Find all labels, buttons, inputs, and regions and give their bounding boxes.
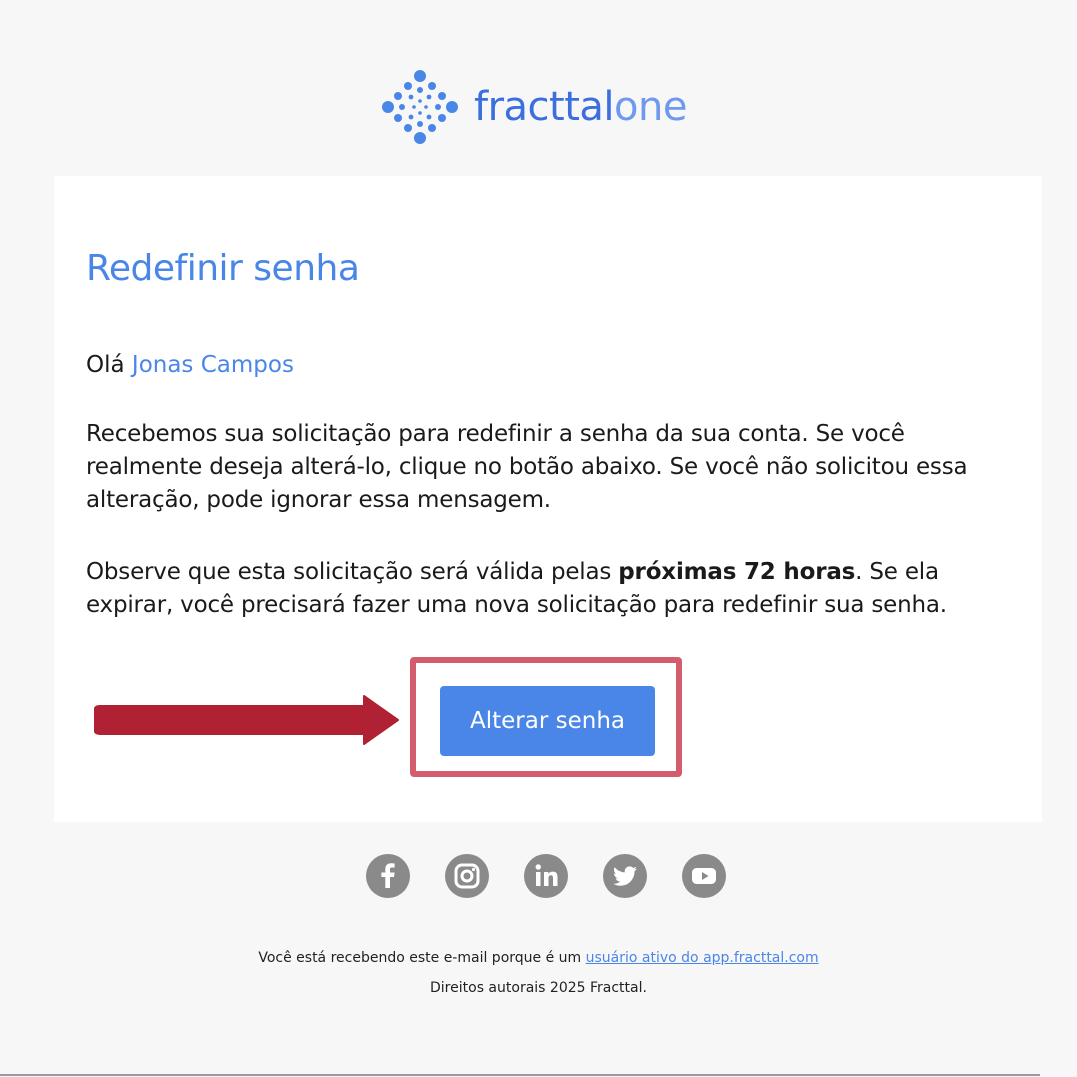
social-links	[366, 854, 736, 900]
bottom-divider	[0, 1074, 1040, 1076]
validity-text-before: Observe que esta solicitação será válida…	[86, 559, 612, 585]
validity-duration: próximas 72 horas	[618, 559, 856, 585]
linkedin-icon[interactable]	[524, 854, 568, 898]
instagram-icon[interactable]	[445, 854, 489, 898]
twitter-icon[interactable]	[603, 854, 647, 898]
footer-copyright: Direitos autorais 2025 Fracttal.	[430, 980, 647, 996]
footer-notice-text: Você está recebendo este e-mail porque é…	[258, 950, 582, 966]
email-title: Redefinir senha	[86, 248, 360, 289]
youtube-icon[interactable]	[682, 854, 726, 898]
user-name: Jonas Campos	[131, 352, 294, 378]
logo-wordmark-part1: fracttal	[474, 84, 615, 130]
greeting-prefix: Olá	[86, 352, 125, 378]
validity-paragraph: Observe que esta solicitação será válida…	[86, 556, 1016, 622]
facebook-glyph	[381, 863, 395, 888]
instagram-glyph	[454, 863, 480, 889]
request-paragraph: Recebemos sua solicitação para redefinir…	[86, 421, 968, 513]
fracttal-one-logo: fracttalone	[380, 68, 720, 146]
facebook-icon[interactable]	[366, 854, 410, 898]
logo-wordmark-part2: one	[614, 84, 687, 130]
footer-app-link[interactable]: usuário ativo do app.fracttal.com	[586, 950, 819, 966]
linkedin-glyph	[535, 864, 558, 886]
fracttal-logo-icon	[382, 70, 458, 144]
red-arrow-annotation	[94, 695, 399, 745]
greeting: Olá Jonas Campos	[86, 352, 294, 378]
logo-wordmark: fracttalone	[474, 87, 687, 127]
change-password-button[interactable]: Alterar senha	[440, 686, 655, 756]
footer-notice: Você está recebendo este e-mail porque é…	[0, 950, 1077, 966]
twitter-glyph	[613, 866, 637, 886]
youtube-glyph	[692, 868, 716, 884]
